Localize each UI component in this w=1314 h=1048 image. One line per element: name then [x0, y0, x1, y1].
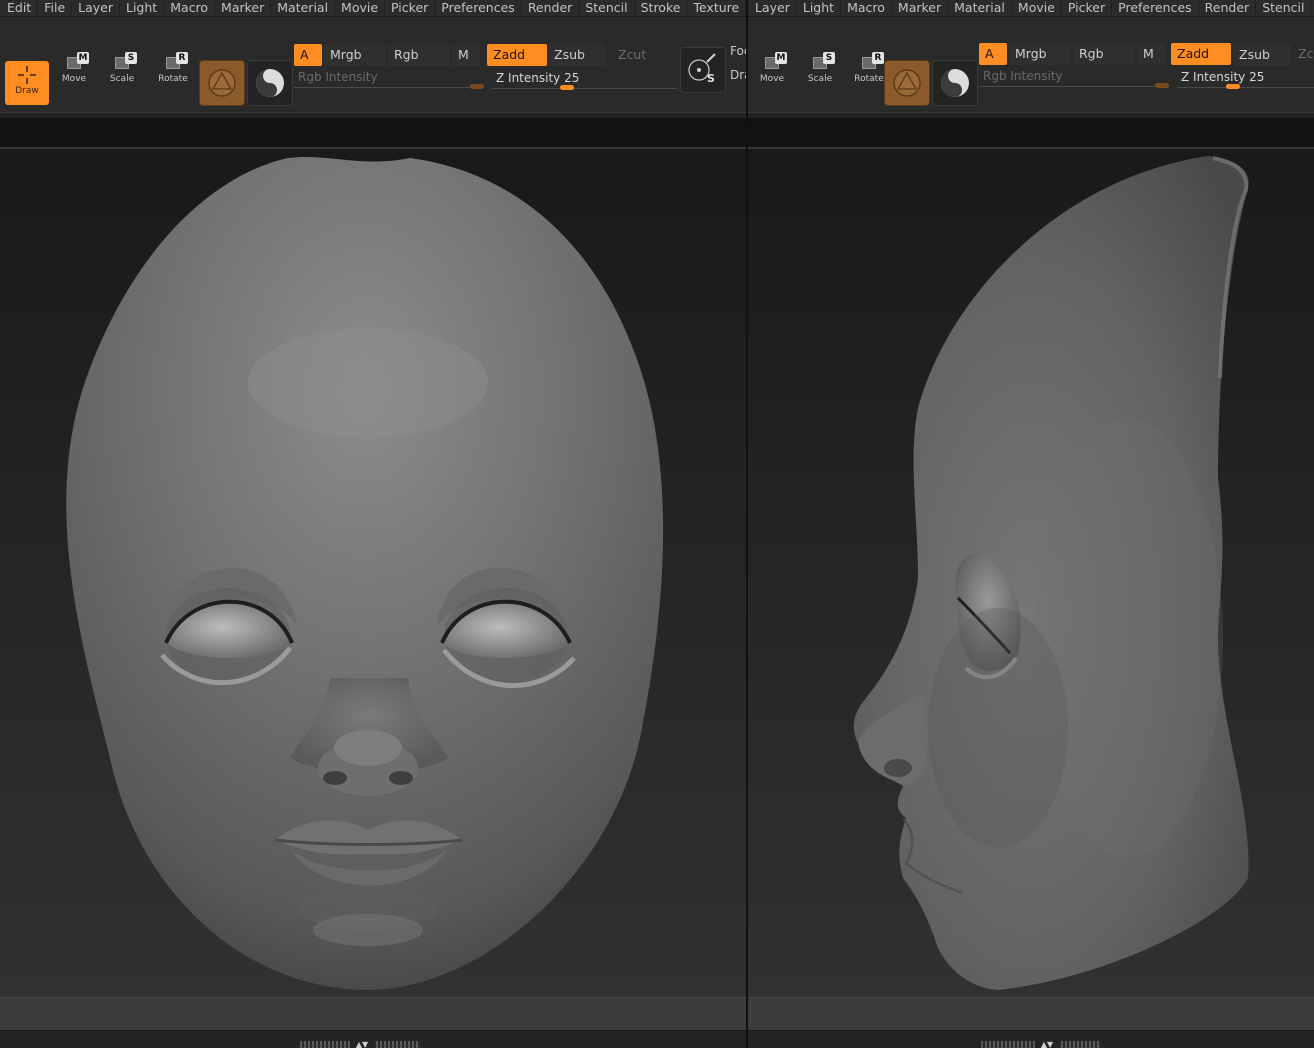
rgb-toggle[interactable]: Rgb [1073, 43, 1135, 65]
status-bar-right: ▲▼ [748, 1030, 1314, 1048]
scale-button[interactable]: S Scale [798, 44, 842, 104]
head-front-view [0, 118, 747, 1030]
zcut-toggle[interactable]: Zcut [612, 44, 670, 66]
focal-key: S [707, 72, 715, 85]
rgb-intensity-slider[interactable]: Rgb Intensity [294, 69, 484, 91]
scale-key: S [823, 52, 835, 64]
scale-key: S [125, 52, 137, 64]
menu-layer[interactable]: Layer [72, 0, 120, 16]
menu-preferences[interactable]: Preferences [435, 0, 522, 16]
panel-divider [746, 0, 748, 1048]
z-intensity-slider[interactable]: Z Intensity 25 [1177, 69, 1314, 91]
menu-texture[interactable]: Texture [687, 0, 747, 16]
focal-label: Foc [730, 44, 747, 58]
viewport-panel-front: Edit File Layer Light Macro Marker Mater… [0, 0, 747, 1048]
menu-stencil[interactable]: Stencil [579, 0, 635, 16]
menu-stroke[interactable]: Stroke [635, 0, 688, 16]
scale-label: Scale [109, 74, 135, 84]
yin-yang-icon [256, 69, 284, 97]
menu-light[interactable]: Light [120, 0, 165, 16]
menu-preferences[interactable]: Preferences [1112, 0, 1199, 16]
status-bar: ▲▼ [0, 1030, 747, 1048]
move-label: Move [759, 74, 785, 84]
menu-macro[interactable]: Macro [841, 0, 892, 16]
rgb-intensity-knob[interactable] [470, 84, 484, 89]
menu-stencil[interactable]: Stencil [1256, 0, 1312, 16]
menu-marker[interactable]: Marker [892, 0, 949, 16]
rgb-intensity-slider[interactable]: Rgb Intensity [979, 68, 1169, 90]
m-toggle[interactable]: M [1137, 43, 1165, 65]
collapse-arrows-icon[interactable]: ▲▼ [350, 1040, 374, 1048]
material-sphere-icon [208, 69, 236, 97]
z-intensity-value: 25 [564, 71, 580, 85]
z-intensity-knob[interactable] [560, 85, 574, 90]
scale-button[interactable]: S Scale [100, 44, 144, 104]
draw-size-label: Dra [730, 68, 747, 82]
move-button[interactable]: M Move [52, 44, 96, 104]
menu-movie[interactable]: Movie [1012, 0, 1062, 16]
draw-button[interactable]: Draw [5, 61, 49, 105]
rotate-button[interactable]: R Rotate [151, 44, 195, 104]
material-sphere-icon [893, 69, 921, 97]
move-key: M [77, 52, 89, 64]
move-button[interactable]: M Move [750, 44, 794, 104]
z-intensity-slider[interactable]: Z Intensity 25 [492, 70, 677, 92]
mrgb-toggle[interactable]: Mrgb [1009, 43, 1071, 65]
z-intensity-label: Z Intensity [496, 71, 561, 85]
menu-macro[interactable]: Macro [164, 0, 216, 16]
menu-picker[interactable]: Picker [1062, 0, 1113, 16]
menu-render[interactable]: Render [522, 0, 580, 16]
material-button[interactable] [199, 60, 245, 106]
rotate-key: R [176, 52, 188, 64]
zadd-toggle[interactable]: Zadd [487, 44, 547, 66]
menu-layer[interactable]: Layer [748, 0, 797, 16]
move-label: Move [61, 74, 87, 84]
menu-file[interactable]: File [38, 0, 73, 16]
rgb-intensity-label: Rgb Intensity [298, 70, 378, 84]
zcut-toggle-clipped[interactable]: Zc [1296, 43, 1314, 65]
canvas-side[interactable] [748, 118, 1314, 1030]
rgb-intensity-knob[interactable] [1155, 83, 1169, 88]
menu-picker[interactable]: Picker [385, 0, 436, 16]
menu-movie[interactable]: Movie [335, 0, 386, 16]
menu-marker[interactable]: Marker [215, 0, 272, 16]
canvas-front[interactable] [0, 118, 747, 1030]
rgb-intensity-label: Rgb Intensity [983, 69, 1063, 83]
focal-brush-icon [688, 53, 716, 81]
menu-bar: Edit File Layer Light Macro Marker Mater… [0, 0, 747, 16]
menu-bar-right: Layer Light Macro Marker Material Movie … [748, 0, 1314, 16]
color-picker-button[interactable] [932, 60, 978, 106]
head-side-view [748, 118, 1314, 1030]
zadd-toggle[interactable]: Zadd [1171, 43, 1231, 65]
zsub-toggle[interactable]: Zsub [1233, 44, 1291, 66]
scale-label: Scale [807, 74, 833, 84]
a-toggle[interactable]: A [294, 44, 322, 66]
z-intensity-label: Z Intensity [1181, 70, 1246, 84]
z-intensity-knob[interactable] [1226, 84, 1240, 89]
collapse-arrows-icon[interactable]: ▲▼ [1035, 1040, 1059, 1048]
menu-material[interactable]: Material [271, 0, 336, 16]
z-intensity-value: 25 [1249, 70, 1265, 84]
draw-crosshair-icon [18, 66, 36, 84]
zsub-toggle[interactable]: Zsub [548, 44, 606, 66]
toolbar: Draw M Move S Scale R Rotate A Mrgb Rgb … [0, 17, 747, 112]
focal-shift-button[interactable]: S [680, 47, 726, 93]
material-button[interactable] [884, 60, 930, 106]
mrgb-toggle[interactable]: Mrgb [324, 44, 386, 66]
m-toggle[interactable]: M [452, 44, 480, 66]
yin-yang-icon [941, 69, 969, 97]
menu-render[interactable]: Render [1199, 0, 1257, 16]
viewport-panel-side: Layer Light Macro Marker Material Movie … [748, 0, 1314, 1048]
rotate-key: R [872, 52, 884, 64]
rotate-label: Rotate [158, 74, 188, 84]
toolbar-right: M Move S Scale R Rotate A Mrgb Rgb M Zad… [748, 17, 1314, 112]
draw-label: Draw [15, 86, 39, 96]
a-toggle[interactable]: A [979, 43, 1007, 65]
move-key: M [775, 52, 787, 64]
menu-edit[interactable]: Edit [0, 0, 39, 16]
rgb-toggle[interactable]: Rgb [388, 44, 450, 66]
color-picker-button[interactable] [247, 60, 293, 106]
menu-material[interactable]: Material [948, 0, 1012, 16]
menu-light[interactable]: Light [797, 0, 842, 16]
